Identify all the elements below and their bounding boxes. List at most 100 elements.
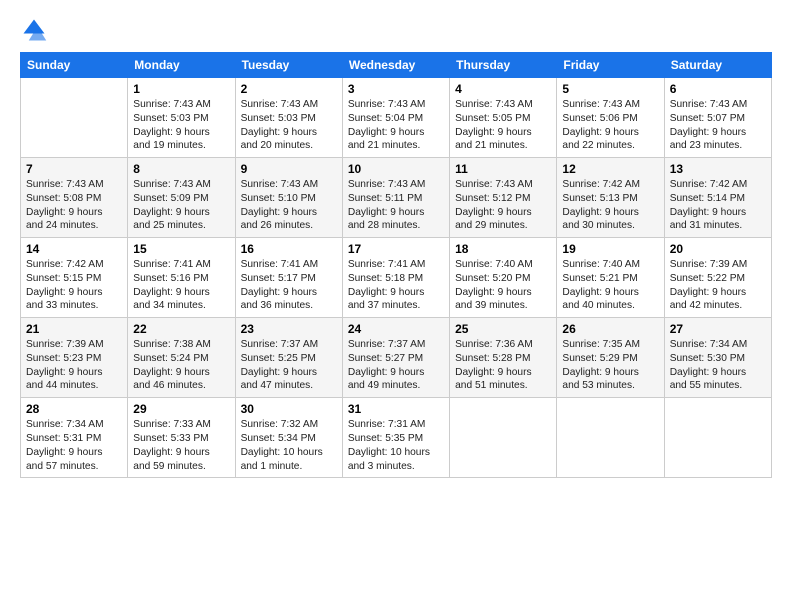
day-info: Sunrise: 7:37 AM Sunset: 5:27 PM Dayligh… bbox=[348, 338, 444, 393]
day-number: 25 bbox=[455, 322, 551, 336]
day-cell: 7Sunrise: 7:43 AM Sunset: 5:08 PM Daylig… bbox=[21, 158, 128, 238]
day-info: Sunrise: 7:40 AM Sunset: 5:20 PM Dayligh… bbox=[455, 258, 551, 313]
day-cell: 5 Sunrise: 7:43 AM Sunset: 5:06 PM Daylig… bbox=[557, 78, 664, 158]
day-cell: 15 Sunrise: 7:41 AM Sunset: 5:16 PM Dayli… bbox=[128, 238, 235, 318]
week-row-1: 1 Sunrise: 7:43 AM Sunset: 5:03 PM Daylig… bbox=[21, 78, 772, 158]
day-number: 8 bbox=[133, 162, 229, 176]
day-number: 13 bbox=[670, 162, 766, 176]
col-header-monday: Monday bbox=[128, 53, 235, 78]
day-info: Sunrise: 7:43 AM Sunset: 5:04 PM Dayligh… bbox=[348, 98, 444, 153]
day-info: Sunrise: 7:43 AM Sunset: 5:07 PM Dayligh… bbox=[670, 98, 766, 153]
day-number: 9 bbox=[241, 162, 337, 176]
day-number: 24 bbox=[348, 322, 444, 336]
day-info: Sunrise: 7:34 AM Sunset: 5:31 PM Dayligh… bbox=[26, 418, 122, 473]
day-info: Sunrise: 7:43 AM Sunset: 5:03 PM Dayligh… bbox=[241, 98, 337, 153]
day-cell bbox=[664, 398, 771, 478]
day-info: Sunrise: 7:33 AM Sunset: 5:33 PM Dayligh… bbox=[133, 418, 229, 473]
week-row-3: 14Sunrise: 7:42 AM Sunset: 5:15 PM Dayli… bbox=[21, 238, 772, 318]
day-number: 30 bbox=[241, 402, 337, 416]
day-cell: 14Sunrise: 7:42 AM Sunset: 5:15 PM Dayli… bbox=[21, 238, 128, 318]
day-cell bbox=[450, 398, 557, 478]
day-number: 1 bbox=[133, 82, 229, 96]
day-number: 31 bbox=[348, 402, 444, 416]
week-row-2: 7Sunrise: 7:43 AM Sunset: 5:08 PM Daylig… bbox=[21, 158, 772, 238]
day-cell bbox=[21, 78, 128, 158]
day-info: Sunrise: 7:42 AM Sunset: 5:14 PM Dayligh… bbox=[670, 178, 766, 233]
day-cell: 17 Sunrise: 7:41 AM Sunset: 5:18 PM Dayli… bbox=[342, 238, 449, 318]
day-number: 20 bbox=[670, 242, 766, 256]
day-info: Sunrise: 7:43 AM Sunset: 5:08 PM Dayligh… bbox=[26, 178, 122, 233]
header-row: SundayMondayTuesdayWednesdayThursdayFrid… bbox=[21, 53, 772, 78]
day-number: 21 bbox=[26, 322, 122, 336]
day-number: 10 bbox=[348, 162, 444, 176]
day-cell: 30 Sunrise: 7:32 AM Sunset: 5:34 PM Dayli… bbox=[235, 398, 342, 478]
header bbox=[20, 16, 772, 44]
day-cell: 2 Sunrise: 7:43 AM Sunset: 5:03 PM Daylig… bbox=[235, 78, 342, 158]
day-info: Sunrise: 7:43 AM Sunset: 5:10 PM Dayligh… bbox=[241, 178, 337, 233]
day-number: 26 bbox=[562, 322, 658, 336]
day-info: Sunrise: 7:43 AM Sunset: 5:06 PM Dayligh… bbox=[562, 98, 658, 153]
logo bbox=[20, 16, 52, 44]
day-cell: 11 Sunrise: 7:43 AM Sunset: 5:12 PM Dayli… bbox=[450, 158, 557, 238]
day-info: Sunrise: 7:31 AM Sunset: 5:35 PM Dayligh… bbox=[348, 418, 444, 473]
week-row-5: 28 Sunrise: 7:34 AM Sunset: 5:31 PM Dayli… bbox=[21, 398, 772, 478]
day-cell: 24 Sunrise: 7:37 AM Sunset: 5:27 PM Dayli… bbox=[342, 318, 449, 398]
day-info: Sunrise: 7:34 AM Sunset: 5:30 PM Dayligh… bbox=[670, 338, 766, 393]
day-info: Sunrise: 7:41 AM Sunset: 5:16 PM Dayligh… bbox=[133, 258, 229, 313]
day-info: Sunrise: 7:42 AM Sunset: 5:13 PM Dayligh… bbox=[562, 178, 658, 233]
day-info: Sunrise: 7:35 AM Sunset: 5:29 PM Dayligh… bbox=[562, 338, 658, 393]
day-number: 5 bbox=[562, 82, 658, 96]
day-cell: 1 Sunrise: 7:43 AM Sunset: 5:03 PM Daylig… bbox=[128, 78, 235, 158]
day-number: 23 bbox=[241, 322, 337, 336]
day-info: Sunrise: 7:43 AM Sunset: 5:03 PM Dayligh… bbox=[133, 98, 229, 153]
day-cell: 13 Sunrise: 7:42 AM Sunset: 5:14 PM Dayli… bbox=[664, 158, 771, 238]
col-header-friday: Friday bbox=[557, 53, 664, 78]
day-info: Sunrise: 7:32 AM Sunset: 5:34 PM Dayligh… bbox=[241, 418, 337, 473]
day-info: Sunrise: 7:43 AM Sunset: 5:05 PM Dayligh… bbox=[455, 98, 551, 153]
day-number: 14 bbox=[26, 242, 122, 256]
day-info: Sunrise: 7:38 AM Sunset: 5:24 PM Dayligh… bbox=[133, 338, 229, 393]
day-number: 3 bbox=[348, 82, 444, 96]
day-number: 15 bbox=[133, 242, 229, 256]
day-number: 12 bbox=[562, 162, 658, 176]
col-header-tuesday: Tuesday bbox=[235, 53, 342, 78]
day-number: 17 bbox=[348, 242, 444, 256]
col-header-sunday: Sunday bbox=[21, 53, 128, 78]
day-number: 27 bbox=[670, 322, 766, 336]
day-number: 29 bbox=[133, 402, 229, 416]
col-header-thursday: Thursday bbox=[450, 53, 557, 78]
day-info: Sunrise: 7:43 AM Sunset: 5:11 PM Dayligh… bbox=[348, 178, 444, 233]
logo-icon bbox=[20, 16, 48, 44]
day-cell: 22 Sunrise: 7:38 AM Sunset: 5:24 PM Dayli… bbox=[128, 318, 235, 398]
day-number: 6 bbox=[670, 82, 766, 96]
day-number: 16 bbox=[241, 242, 337, 256]
day-cell: 18Sunrise: 7:40 AM Sunset: 5:20 PM Dayli… bbox=[450, 238, 557, 318]
day-number: 22 bbox=[133, 322, 229, 336]
page: SundayMondayTuesdayWednesdayThursdayFrid… bbox=[0, 0, 792, 488]
week-row-4: 21 Sunrise: 7:39 AM Sunset: 5:23 PM Dayli… bbox=[21, 318, 772, 398]
day-info: Sunrise: 7:39 AM Sunset: 5:22 PM Dayligh… bbox=[670, 258, 766, 313]
day-info: Sunrise: 7:43 AM Sunset: 5:12 PM Dayligh… bbox=[455, 178, 551, 233]
day-info: Sunrise: 7:39 AM Sunset: 5:23 PM Dayligh… bbox=[26, 338, 122, 393]
day-number: 28 bbox=[26, 402, 122, 416]
day-cell: 20 Sunrise: 7:39 AM Sunset: 5:22 PM Dayli… bbox=[664, 238, 771, 318]
day-cell: 9 Sunrise: 7:43 AM Sunset: 5:10 PM Daylig… bbox=[235, 158, 342, 238]
day-cell: 4Sunrise: 7:43 AM Sunset: 5:05 PM Daylig… bbox=[450, 78, 557, 158]
day-info: Sunrise: 7:43 AM Sunset: 5:09 PM Dayligh… bbox=[133, 178, 229, 233]
day-info: Sunrise: 7:40 AM Sunset: 5:21 PM Dayligh… bbox=[562, 258, 658, 313]
day-cell: 6 Sunrise: 7:43 AM Sunset: 5:07 PM Daylig… bbox=[664, 78, 771, 158]
day-cell: 28 Sunrise: 7:34 AM Sunset: 5:31 PM Dayli… bbox=[21, 398, 128, 478]
day-cell: 26 Sunrise: 7:35 AM Sunset: 5:29 PM Dayli… bbox=[557, 318, 664, 398]
day-cell: 16Sunrise: 7:41 AM Sunset: 5:17 PM Dayli… bbox=[235, 238, 342, 318]
day-cell bbox=[557, 398, 664, 478]
day-cell: 3 Sunrise: 7:43 AM Sunset: 5:04 PM Daylig… bbox=[342, 78, 449, 158]
col-header-saturday: Saturday bbox=[664, 53, 771, 78]
day-cell: 23Sunrise: 7:37 AM Sunset: 5:25 PM Dayli… bbox=[235, 318, 342, 398]
day-cell: 31 Sunrise: 7:31 AM Sunset: 5:35 PM Dayli… bbox=[342, 398, 449, 478]
day-info: Sunrise: 7:41 AM Sunset: 5:18 PM Dayligh… bbox=[348, 258, 444, 313]
day-cell: 25Sunrise: 7:36 AM Sunset: 5:28 PM Dayli… bbox=[450, 318, 557, 398]
day-number: 11 bbox=[455, 162, 551, 176]
day-number: 2 bbox=[241, 82, 337, 96]
day-cell: 19Sunrise: 7:40 AM Sunset: 5:21 PM Dayli… bbox=[557, 238, 664, 318]
day-cell: 8 Sunrise: 7:43 AM Sunset: 5:09 PM Daylig… bbox=[128, 158, 235, 238]
